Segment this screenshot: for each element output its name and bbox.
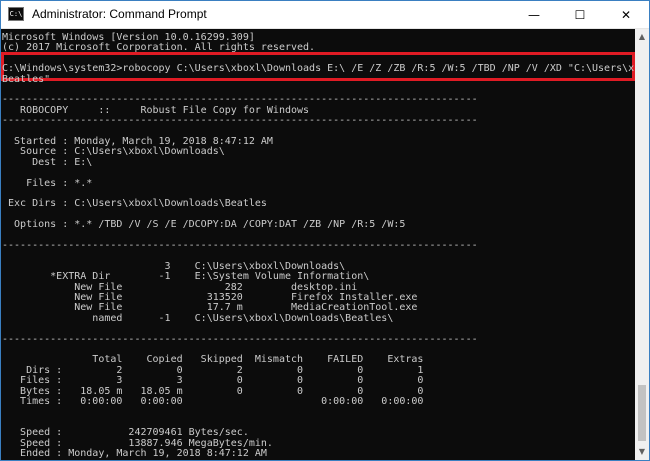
console-line: Ended : Monday, March 19, 2018 8:47:12 A…	[2, 448, 267, 459]
scroll-up-arrow-icon[interactable]: ▲	[635, 29, 649, 45]
console-line: Times : 0:00:00 0:00:00 0:00:00 0:00:00	[2, 396, 424, 407]
close-button[interactable]: ✕	[603, 1, 649, 28]
command-prompt-icon: C:\	[8, 7, 24, 21]
console-line: ----------------------------------------…	[2, 115, 478, 127]
console-line: Options : *.* /TBD /V /S /E /DCOPY:DA /C…	[2, 219, 406, 231]
command-prompt-window: C:\ Administrator: Command Prompt — ☐ ✕ …	[0, 0, 650, 461]
maximize-button[interactable]: ☐	[557, 1, 603, 28]
minimize-icon: —	[528, 7, 540, 22]
console-line: Files : *.*	[2, 177, 93, 189]
vertical-scrollbar[interactable]: ▲ ▼	[635, 29, 649, 460]
window-title: Administrator: Command Prompt	[32, 7, 207, 21]
scroll-down-arrow-icon[interactable]: ▼	[635, 444, 649, 460]
minimize-button[interactable]: —	[511, 1, 557, 28]
close-icon: ✕	[620, 7, 632, 22]
console-line: ----------------------------------------…	[2, 240, 478, 251]
scrollbar-thumb[interactable]	[638, 385, 646, 441]
maximize-icon: ☐	[574, 7, 586, 22]
console-line: named -1 C:\Users\xboxl\Downloads\Beatle…	[2, 312, 394, 324]
console-line: Exc Dirs : C:\Users\xboxl\Downloads\Beat…	[2, 198, 267, 210]
console-line: Dest : E:\	[2, 156, 93, 168]
console-output[interactable]: Microsoft Windows [Version 10.0.16299.30…	[1, 29, 635, 460]
console-line: Beatles"	[2, 73, 51, 85]
console-line: C:\Windows\system32>robocopy C:\Users\xb…	[2, 63, 635, 75]
title-bar[interactable]: C:\ Administrator: Command Prompt — ☐ ✕	[1, 1, 649, 29]
console-line: ----------------------------------------…	[2, 333, 478, 345]
console-line: (c) 2017 Microsoft Corporation. All righ…	[2, 42, 316, 54]
